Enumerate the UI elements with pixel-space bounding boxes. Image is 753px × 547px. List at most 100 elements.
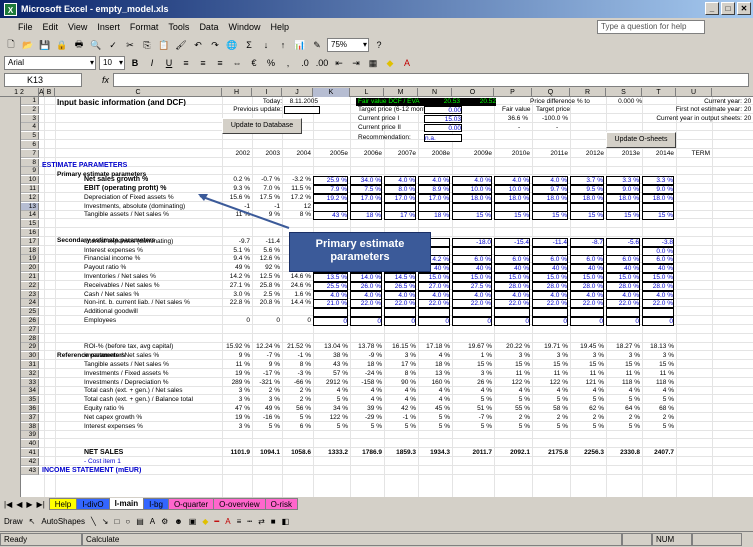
comma-icon[interactable]: , — [281, 56, 295, 70]
tab-o-quarter[interactable]: O-quarter — [167, 498, 215, 510]
increase-decimal-icon[interactable]: .0 — [298, 56, 312, 70]
diagram-icon[interactable]: ⚙ — [161, 517, 168, 526]
spelling-icon[interactable]: ✓ — [106, 38, 120, 52]
line-icon[interactable]: ╲ — [91, 517, 96, 526]
select-objects-icon[interactable]: ↖ — [29, 517, 36, 526]
align-left-icon[interactable]: ≡ — [179, 56, 193, 70]
menu-window[interactable]: Window — [228, 22, 260, 32]
oval-icon[interactable]: ○ — [125, 517, 130, 526]
help-question-input[interactable]: Type a question for help — [597, 20, 705, 34]
wordart-icon[interactable]: A — [150, 517, 155, 526]
tab-prev-icon[interactable]: ◀ — [16, 500, 22, 509]
increase-indent-icon[interactable]: ⇥ — [349, 56, 363, 70]
dash-style-icon[interactable]: ┅ — [247, 517, 252, 526]
line-color-icon[interactable]: ━ — [214, 517, 219, 526]
menu-tools[interactable]: Tools — [168, 22, 189, 32]
decrease-decimal-icon[interactable]: .00 — [315, 56, 329, 70]
redo-icon[interactable]: ↷ — [208, 38, 222, 52]
status-empty-2 — [692, 533, 742, 546]
sort-ascending-icon[interactable]: ↓ — [259, 38, 273, 52]
currency-icon[interactable]: € — [247, 56, 261, 70]
menu-insert[interactable]: Insert — [97, 22, 120, 32]
status-empty-1 — [622, 533, 652, 546]
status-bar: Ready Calculate NUM — [0, 531, 753, 547]
callout-arrow — [198, 194, 290, 229]
3d-icon[interactable]: ◧ — [282, 517, 290, 526]
save-icon[interactable]: 💾 — [38, 38, 52, 52]
tab-o-risk[interactable]: O-risk — [264, 498, 298, 510]
new-icon[interactable]: 🗋 — [4, 38, 18, 52]
tab-i-bg[interactable]: I-bg — [143, 498, 169, 510]
close-button[interactable]: ✕ — [737, 2, 751, 15]
help-icon[interactable]: ? — [372, 38, 386, 52]
arrow-style-icon[interactable]: ⇄ — [258, 517, 265, 526]
shadow-icon[interactable]: ■ — [271, 517, 276, 526]
tab-next-icon[interactable]: ▶ — [26, 500, 32, 509]
tab-i-main[interactable]: I-main — [108, 498, 145, 510]
undo-icon[interactable]: ↶ — [191, 38, 205, 52]
clipart-icon[interactable]: ☻ — [174, 517, 182, 526]
format-painter-icon[interactable]: 🖌 — [174, 38, 188, 52]
chart-wizard-icon[interactable]: 📊 — [293, 38, 307, 52]
title-bar: X Microsoft Excel - empty_model.xls _ □ … — [0, 0, 753, 18]
autoshapes-menu[interactable]: AutoShapes — [41, 517, 85, 526]
font-select[interactable]: Arial — [4, 56, 96, 70]
tab-last-icon[interactable]: ▶| — [37, 500, 45, 509]
spreadsheet-grid[interactable]: 1 2ABCHIJKLMNOPQRSTU 1 2 3 4 5 6 7 8 9 10 11 12 13 14… — [0, 88, 753, 497]
draw-menu[interactable]: Draw — [4, 517, 23, 526]
menu-edit[interactable]: Edit — [43, 22, 59, 32]
arrow-icon[interactable]: ↘ — [102, 517, 109, 526]
italic-icon[interactable]: I — [145, 56, 159, 70]
decrease-indent-icon[interactable]: ⇤ — [332, 56, 346, 70]
drawing-icon[interactable]: ✎ — [310, 38, 324, 52]
autosum-icon[interactable]: Σ — [242, 38, 256, 52]
borders-icon[interactable]: ▦ — [366, 56, 380, 70]
fx-icon[interactable]: fx — [102, 75, 109, 85]
paste-icon[interactable]: 📋 — [157, 38, 171, 52]
callout-line-1: Primary estimate — [315, 238, 405, 250]
picture-icon[interactable]: ▣ — [189, 517, 197, 526]
draw-fill-color-icon[interactable]: ◆ — [202, 517, 208, 526]
fill-color-icon[interactable]: ◆ — [383, 56, 397, 70]
sort-descending-icon[interactable]: ↑ — [276, 38, 290, 52]
menu-help[interactable]: Help — [270, 22, 289, 32]
permission-icon[interactable]: 🔒 — [55, 38, 69, 52]
primary-estimate-callout[interactable]: Primary estimate parameters — [289, 232, 431, 272]
status-ready: Ready — [0, 533, 82, 546]
hyperlink-icon[interactable]: 🌐 — [225, 38, 239, 52]
draw-font-color-icon[interactable]: A — [225, 517, 230, 526]
tab-o-overview[interactable]: O-overview — [213, 498, 266, 510]
maximize-button[interactable]: □ — [721, 2, 735, 15]
underline-icon[interactable]: U — [162, 56, 176, 70]
font-color-icon[interactable]: A — [400, 56, 414, 70]
textbox-icon[interactable]: ▤ — [136, 517, 144, 526]
formula-bar: K13 fx — [0, 72, 753, 88]
status-calculate: Calculate — [82, 533, 622, 546]
percent-icon[interactable]: % — [264, 56, 278, 70]
tab-i-divo[interactable]: I-divO — [76, 498, 110, 510]
minimize-button[interactable]: _ — [705, 2, 719, 15]
sheet-tabs: |◀ ◀ ▶ ▶| Help I-divO I-main I-bg O-quarter O… — [0, 497, 753, 511]
menu-view[interactable]: View — [68, 22, 87, 32]
bold-icon[interactable]: B — [128, 56, 142, 70]
menu-format[interactable]: Format — [130, 22, 159, 32]
merge-center-icon[interactable]: ⇔ — [230, 56, 244, 70]
menu-file[interactable]: File — [18, 22, 33, 32]
cut-icon[interactable]: ✂ — [123, 38, 137, 52]
rectangle-icon[interactable]: □ — [115, 517, 120, 526]
print-icon[interactable]: 🖶 — [72, 38, 86, 52]
zoom-select[interactable]: 75% — [327, 38, 369, 52]
align-right-icon[interactable]: ≡ — [213, 56, 227, 70]
excel-icon: X — [4, 2, 17, 16]
formula-input[interactable] — [113, 73, 749, 87]
line-style-icon[interactable]: ≡ — [237, 517, 242, 526]
copy-icon[interactable]: ⎘ — [140, 38, 154, 52]
print-preview-icon[interactable]: 🔍 — [89, 38, 103, 52]
open-icon[interactable]: 📂 — [21, 38, 35, 52]
tab-help[interactable]: Help — [48, 498, 78, 510]
align-center-icon[interactable]: ≡ — [196, 56, 210, 70]
name-box[interactable]: K13 — [4, 73, 82, 87]
font-size-select[interactable]: 10 — [99, 56, 125, 70]
menu-data[interactable]: Data — [199, 22, 218, 32]
tab-first-icon[interactable]: |◀ — [4, 500, 12, 509]
